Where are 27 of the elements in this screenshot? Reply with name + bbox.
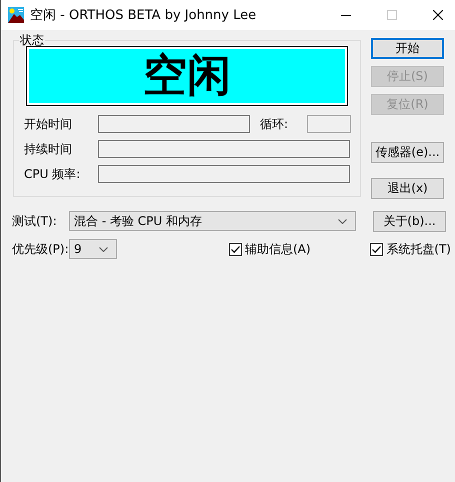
button[interactable]: 传感器(e)... bbox=[371, 142, 444, 163]
close-icon[interactable] bbox=[433, 10, 443, 20]
checkbox[interactable] bbox=[229, 242, 242, 256]
checkbox[interactable] bbox=[370, 242, 384, 256]
readout-field bbox=[307, 115, 351, 133]
priority-dropdown[interactable]: 9 bbox=[69, 239, 117, 259]
checkbox-label: 系统托盘(T) bbox=[386, 240, 451, 258]
checkbox-label: 辅助信息(A) bbox=[245, 240, 311, 258]
button[interactable]: 开始 bbox=[371, 38, 444, 59]
field-label: 优先级(P): bbox=[12, 240, 69, 258]
chevron-down-icon bbox=[99, 246, 108, 252]
field-label: 开始时间 bbox=[24, 116, 73, 132]
button: 停止(S) bbox=[371, 66, 444, 87]
field-label: 持续时间 bbox=[24, 140, 73, 158]
status-display: 空闲 bbox=[26, 46, 348, 106]
button[interactable]: 退出(x) bbox=[371, 178, 444, 199]
button: 复位(R) bbox=[371, 94, 444, 115]
test-dropdown[interactable]: 混合 - 考验 CPU 和内存 bbox=[69, 211, 356, 231]
chevron-down-icon bbox=[338, 218, 347, 224]
app-icon bbox=[8, 7, 24, 23]
field-label: CPU 频率: bbox=[24, 166, 82, 182]
field-label: 测试(T): bbox=[12, 212, 58, 230]
about-button[interactable]: 关于(b)... bbox=[373, 210, 446, 232]
maximize-icon bbox=[387, 10, 397, 20]
field-label: 循环: bbox=[260, 116, 290, 132]
group-label: 状态 bbox=[19, 34, 45, 46]
window-title: 空闲 - ORTHOS BETA by Johnny Lee bbox=[30, 7, 256, 24]
